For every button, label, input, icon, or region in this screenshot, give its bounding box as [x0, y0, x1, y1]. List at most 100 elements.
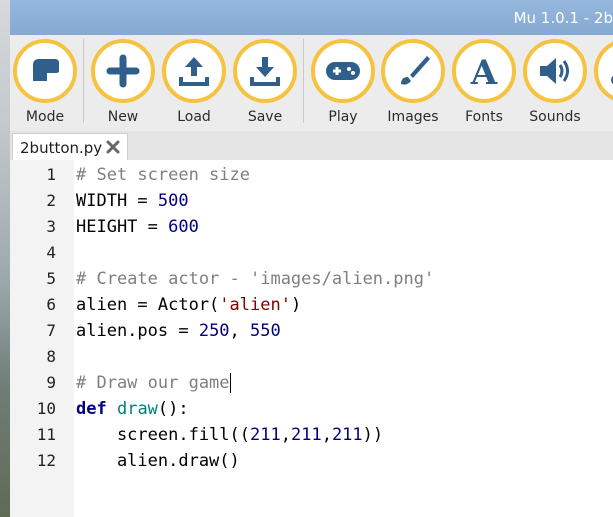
title-bar[interactable]: Mu 1.0.1 - 2b — [10, 0, 613, 35]
toolbar-button-label: Images — [387, 109, 439, 125]
window-title: Mu 1.0.1 - 2b — [513, 9, 613, 27]
toolbar-button-images[interactable]: Images — [380, 39, 446, 131]
mu-editor-window: Mu 1.0.1 - 2b Mode New Load Save Play Images A… — [10, 0, 613, 517]
tab-label: 2button.py — [20, 139, 103, 157]
line-number: 4 — [46, 243, 56, 262]
code-line[interactable]: 6 alien = Actor('alien') — [10, 292, 613, 318]
toolbar-button-label: Fonts — [465, 109, 503, 125]
toolbar-button-play[interactable]: Play — [310, 39, 376, 131]
code-token: 250 — [198, 321, 230, 341]
code-token: WIDTH = — [76, 191, 158, 211]
code-text: alien = Actor('alien') — [76, 292, 301, 318]
plus-icon — [91, 39, 155, 103]
font-icon: A — [452, 39, 516, 103]
speaker-icon — [523, 39, 587, 103]
code-token: # Draw our game — [76, 373, 230, 393]
toolbar-separator — [83, 39, 84, 123]
toolbar-separator — [303, 39, 304, 123]
code-text: def draw(): — [76, 396, 189, 422]
code-token: , — [280, 425, 291, 445]
toolbar-button-label: Load — [177, 109, 211, 125]
line-number: 3 — [46, 217, 56, 236]
toolbar-button-label: Mode — [25, 109, 65, 125]
toolbar-button-fonts[interactable]: A Fonts — [451, 39, 517, 131]
code-token: screen.fill(( — [76, 425, 250, 445]
download-icon — [233, 39, 297, 103]
code-token: 211 — [250, 425, 281, 445]
line-number: 11 — [36, 425, 56, 444]
close-icon[interactable] — [105, 139, 121, 155]
line-number: 9 — [46, 373, 56, 392]
toolbar-button-new[interactable]: New — [90, 39, 156, 131]
code-token: )) — [362, 425, 384, 445]
code-text: # Create actor - 'images/alien.png' — [76, 266, 434, 292]
upload-icon — [162, 39, 226, 103]
code-line[interactable]: 5 # Create actor - 'images/alien.png' — [10, 266, 613, 292]
tab-2button[interactable]: 2button.py — [12, 133, 128, 160]
code-line[interactable]: 8 — [10, 344, 613, 370]
toolbar-button-label: Save — [247, 109, 283, 125]
code-text: alien.pos = 250, 550 — [76, 318, 281, 344]
code-line[interactable]: 4 — [10, 240, 613, 266]
code-line[interactable]: 10 def draw(): — [10, 396, 613, 422]
code-text: alien.draw() — [76, 448, 240, 474]
toolbar: Mode New Load Save Play Images A Fonts Sounds M — [10, 35, 613, 130]
code-token: 600 — [168, 217, 199, 237]
line-number: 10 — [36, 399, 56, 418]
code-text: # Set screen size — [76, 162, 250, 188]
code-line[interactable]: 2 WIDTH = 500 — [10, 188, 613, 214]
code-token: alien = Actor( — [76, 295, 220, 315]
code-token: ) — [290, 295, 302, 315]
line-number: 5 — [46, 269, 56, 288]
code-text: HEIGHT = 600 — [76, 214, 199, 240]
code-line[interactable]: 9 # Draw our game — [10, 370, 613, 396]
code-token: , — [229, 321, 251, 341]
code-editor[interactable]: 1 # Set screen size 2 WIDTH = 500 3 HEIGHT = … — [10, 160, 613, 517]
line-number: 6 — [46, 295, 56, 314]
code-line[interactable]: 1 # Set screen size — [10, 162, 613, 188]
code-token: 550 — [250, 321, 281, 341]
desktop-wallpaper — [0, 0, 10, 517]
code-line[interactable]: 7 alien.pos = 250, 550 — [10, 318, 613, 344]
line-number: 2 — [46, 191, 56, 210]
gamepad-icon — [311, 39, 375, 103]
toolbar-button-save[interactable]: Save — [232, 39, 298, 131]
code-text: WIDTH = 500 — [76, 188, 189, 214]
code-line[interactable]: 3 HEIGHT = 600 — [10, 214, 613, 240]
toolbar-button-m[interactable]: M — [593, 39, 613, 131]
toolbar-button-label: M — [587, 109, 613, 125]
code-token: (): — [157, 399, 189, 419]
line-number: 12 — [36, 451, 56, 470]
mode-icon — [13, 39, 77, 103]
code-token: 'alien' — [219, 295, 291, 315]
toolbar-button-label: Play — [328, 109, 358, 125]
code-token: 211 — [290, 425, 322, 445]
tab-bar: 2button.py — [10, 131, 613, 161]
toolbar-button-label: Sounds — [529, 109, 581, 125]
text-cursor — [229, 373, 231, 393]
code-token: HEIGHT = — [76, 217, 169, 237]
toolbar-button-mode[interactable]: Mode — [12, 39, 78, 131]
line-number: 1 — [46, 165, 56, 184]
svg-text:A: A — [470, 53, 498, 91]
code-text: # Draw our game — [76, 370, 231, 396]
toolbar-button-load[interactable]: Load — [161, 39, 227, 131]
toolbar-button-label: New — [107, 109, 139, 125]
code-token: # Create actor - 'images/alien.png' — [76, 269, 435, 289]
code-token: 211 — [331, 425, 363, 445]
code-token: alien.pos = — [76, 321, 199, 341]
code-token: # Set screen size — [76, 165, 250, 185]
paintbrush-icon — [381, 39, 445, 103]
toolbar-button-sounds[interactable]: Sounds — [522, 39, 588, 131]
code-token: alien.draw() — [76, 451, 240, 471]
code-line[interactable]: 12 alien.draw() — [10, 448, 613, 474]
code-line[interactable]: 11 screen.fill((211,211,211)) — [10, 422, 613, 448]
code-token: , — [321, 425, 332, 445]
code-token: 500 — [157, 191, 189, 211]
code-token: draw — [116, 399, 158, 419]
code-text: screen.fill((211,211,211)) — [76, 422, 383, 448]
code-token: def — [76, 399, 107, 419]
line-number: 8 — [46, 347, 56, 366]
line-number: 7 — [46, 321, 56, 340]
